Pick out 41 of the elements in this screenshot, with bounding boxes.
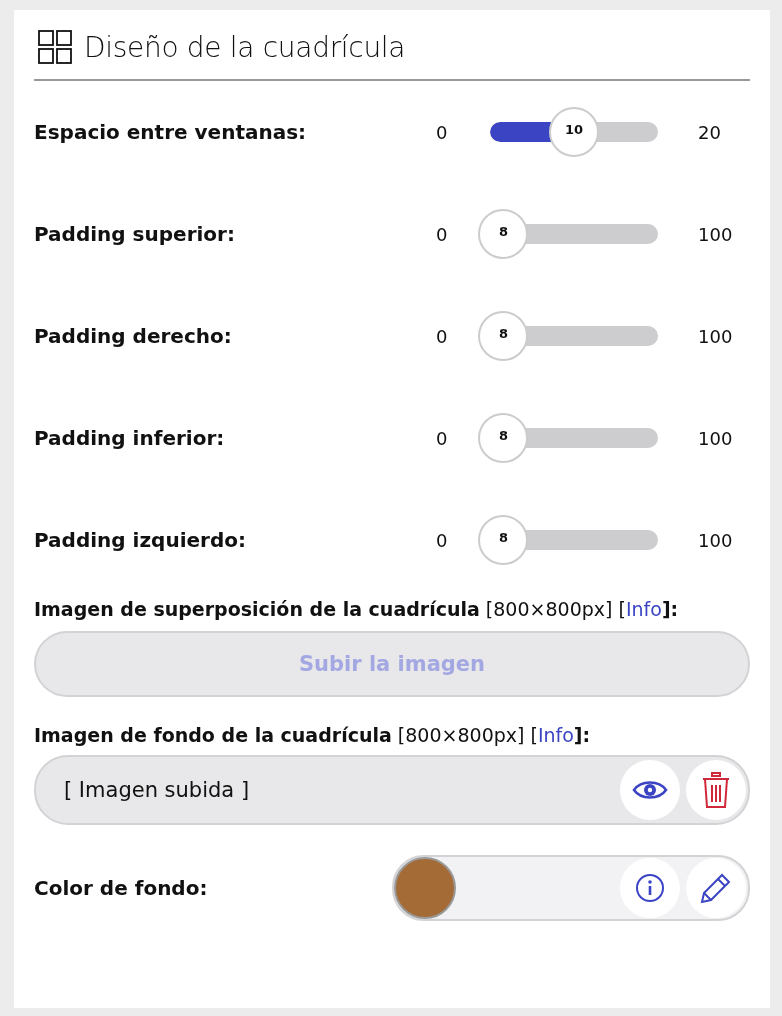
slider-min: 0 <box>435 427 449 449</box>
info-icon <box>635 873 665 903</box>
slider-thumb[interactable]: 8 <box>478 515 529 565</box>
grid-icon <box>38 30 72 64</box>
slider-min: 0 <box>435 121 449 143</box>
info-link[interactable]: Info <box>625 598 662 620</box>
eye-icon <box>632 779 668 801</box>
trash-icon <box>701 772 731 808</box>
slider[interactable]: 8 <box>465 413 683 463</box>
slider[interactable]: 10 <box>465 107 683 157</box>
slider-label: Padding superior: <box>34 222 236 246</box>
pencil-icon <box>699 871 733 905</box>
field-label: Color de fondo: <box>34 876 209 900</box>
field-label: Imagen de fondo de la cuadrícula [800×800px] [Info]: <box>34 723 592 748</box>
slider-min: 0 <box>435 529 449 551</box>
image-field[interactable]: [ Imagen subida ] <box>34 755 750 825</box>
slider-max: 100 <box>698 325 733 347</box>
slider-max: 20 <box>698 121 721 143</box>
slider-thumb[interactable]: 8 <box>478 209 529 259</box>
slider-thumb[interactable]: 8 <box>478 311 529 361</box>
color-swatch[interactable] <box>394 857 456 919</box>
image-status: [ Imagen subida ] <box>64 778 251 802</box>
slider[interactable]: 8 <box>465 515 683 565</box>
info-link[interactable]: Info <box>537 724 574 746</box>
slider-label: Padding izquierdo: <box>34 528 247 552</box>
slider[interactable]: 8 <box>465 311 683 361</box>
slider-thumb[interactable]: 8 <box>478 413 529 463</box>
slider-max: 100 <box>698 427 733 449</box>
slider-thumb[interactable]: 10 <box>549 107 599 157</box>
field-label: Imagen de superposición de la cuadrícula [800×800px] [Info]: <box>34 597 680 622</box>
delete-button[interactable] <box>686 760 746 820</box>
panel-title: Diseño de la cuadrícula <box>84 30 406 64</box>
slider-min: 0 <box>435 325 449 347</box>
slider[interactable]: 8 <box>465 209 683 259</box>
edit-button[interactable] <box>686 858 746 918</box>
slider-label: Espacio entre ventanas: <box>34 120 308 144</box>
slider-max: 100 <box>698 223 733 245</box>
slider-min: 0 <box>435 223 449 245</box>
slider-label: Padding inferior: <box>34 426 226 450</box>
slider-max: 100 <box>698 529 733 551</box>
slider-label: Padding derecho: <box>34 324 233 348</box>
